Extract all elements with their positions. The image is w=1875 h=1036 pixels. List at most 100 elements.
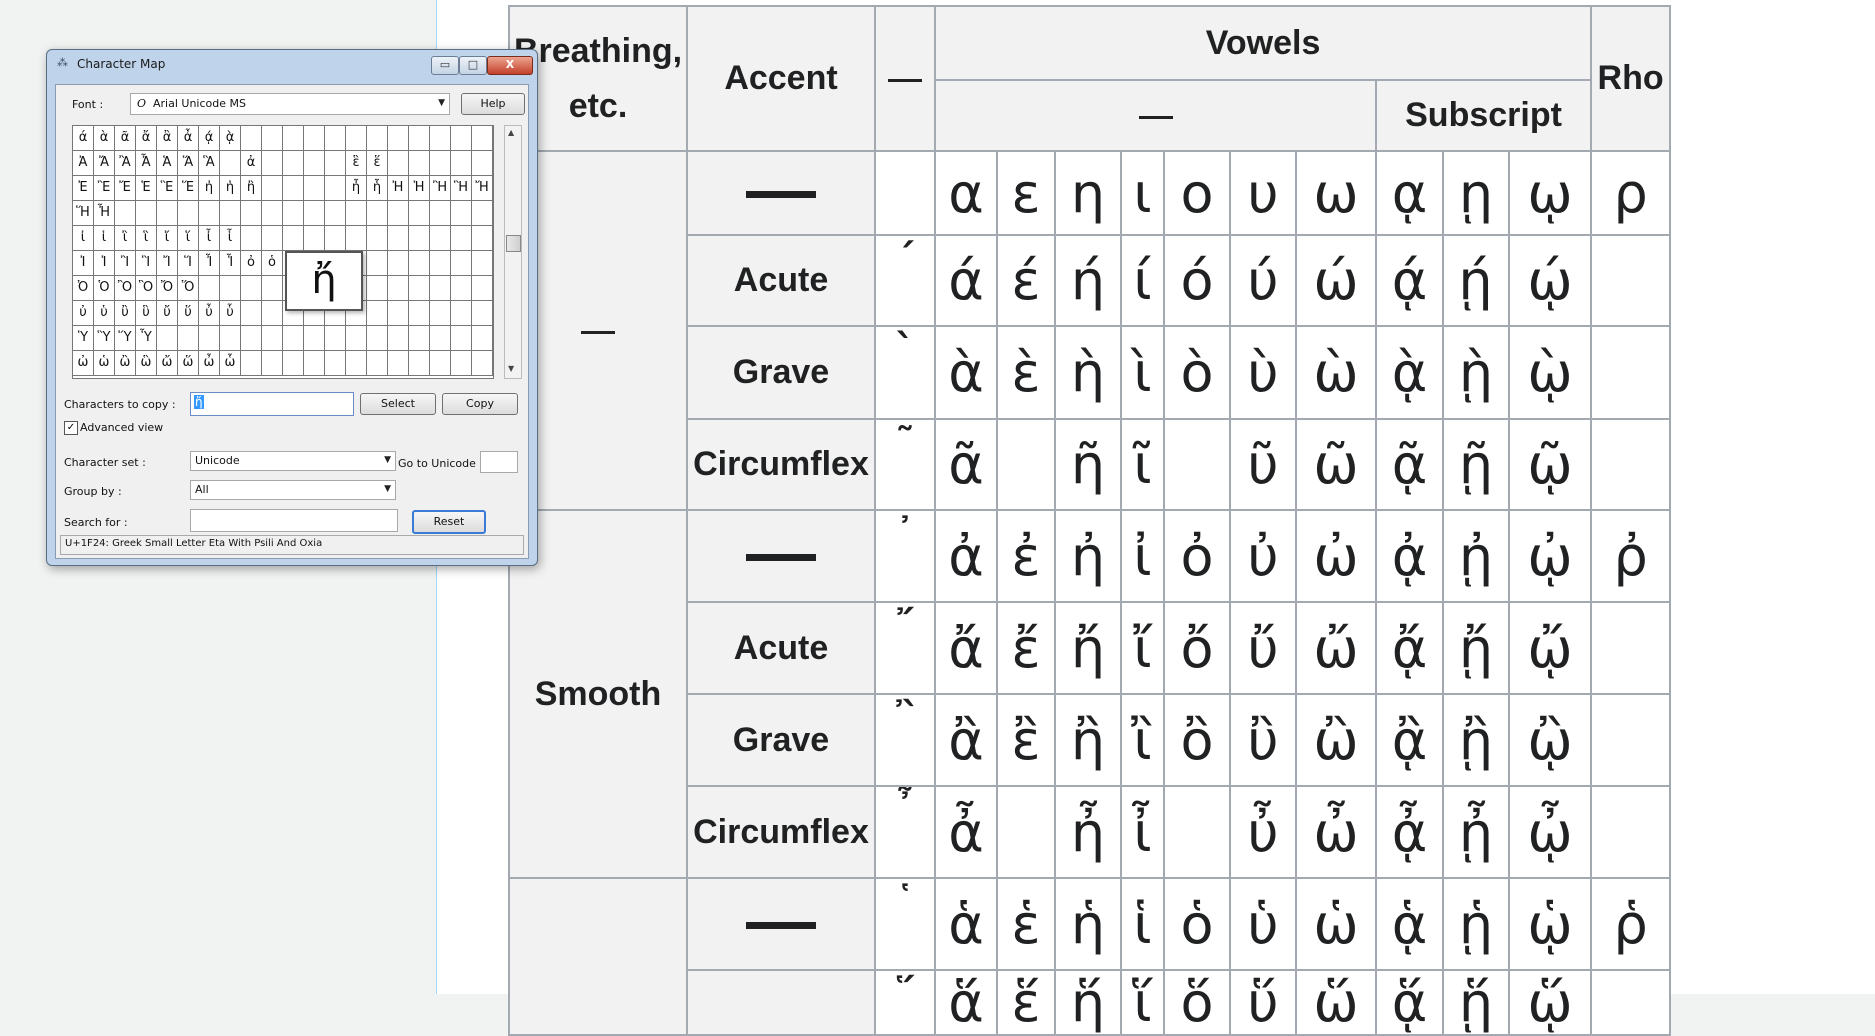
character-cell[interactable] xyxy=(241,276,262,301)
character-cell[interactable]: Ἶ xyxy=(199,251,220,276)
character-cell[interactable]: Ἦ xyxy=(94,201,115,226)
character-cell[interactable]: Ἅ xyxy=(178,151,199,176)
character-cell[interactable]: Ὃ xyxy=(136,276,157,301)
character-cell[interactable] xyxy=(262,176,283,201)
character-cell[interactable]: Ὕ xyxy=(115,326,136,351)
character-cell[interactable] xyxy=(304,126,325,151)
character-cell[interactable]: Ὗ xyxy=(136,326,157,351)
character-cell[interactable] xyxy=(430,126,451,151)
character-cell[interactable] xyxy=(472,126,493,151)
group-by-dropdown[interactable]: All ▼ xyxy=(190,480,396,500)
character-cell[interactable]: Ἔ xyxy=(115,176,136,201)
character-cell[interactable] xyxy=(472,226,493,251)
character-cell[interactable] xyxy=(262,151,283,176)
character-cell[interactable] xyxy=(430,151,451,176)
character-cell[interactable]: ὧ xyxy=(220,351,241,376)
character-cell[interactable] xyxy=(451,126,472,151)
character-cell[interactable] xyxy=(346,326,367,351)
maximize-button[interactable]: □ xyxy=(459,56,487,75)
character-cell[interactable] xyxy=(388,326,409,351)
character-cell[interactable] xyxy=(367,351,388,376)
character-cell[interactable] xyxy=(388,276,409,301)
character-cell[interactable]: Ἑ xyxy=(136,176,157,201)
character-cell[interactable] xyxy=(220,326,241,351)
character-cell[interactable] xyxy=(367,126,388,151)
character-cell[interactable] xyxy=(304,176,325,201)
character-cell[interactable]: ὒ xyxy=(115,301,136,326)
help-button[interactable]: Help xyxy=(461,93,525,115)
character-cell[interactable] xyxy=(367,226,388,251)
character-cell[interactable]: Ἲ xyxy=(115,251,136,276)
character-cell[interactable] xyxy=(409,276,430,301)
character-cell[interactable]: Ἄ xyxy=(94,151,115,176)
character-cell[interactable] xyxy=(241,301,262,326)
character-cell[interactable]: ὥ xyxy=(178,351,199,376)
character-cell[interactable] xyxy=(451,301,472,326)
character-cell[interactable]: ἢ xyxy=(241,176,262,201)
character-cell[interactable]: ἳ xyxy=(136,226,157,251)
select-button[interactable]: Select xyxy=(360,393,436,415)
character-cell[interactable] xyxy=(451,351,472,376)
character-cell[interactable] xyxy=(325,201,346,226)
character-cell[interactable] xyxy=(283,351,304,376)
character-cell[interactable] xyxy=(199,326,220,351)
character-cell[interactable] xyxy=(325,351,346,376)
character-cell[interactable] xyxy=(472,251,493,276)
character-cell[interactable] xyxy=(367,251,388,276)
character-cell[interactable]: ἲ xyxy=(115,226,136,251)
character-cell[interactable] xyxy=(430,226,451,251)
character-cell[interactable] xyxy=(472,351,493,376)
character-cell[interactable] xyxy=(346,126,367,151)
character-cell[interactable] xyxy=(451,151,472,176)
character-cell[interactable] xyxy=(430,201,451,226)
character-cell[interactable] xyxy=(220,201,241,226)
character-cell[interactable]: Ὑ xyxy=(73,326,94,351)
character-cell[interactable] xyxy=(472,151,493,176)
character-cell[interactable] xyxy=(283,151,304,176)
character-cell[interactable] xyxy=(241,326,262,351)
character-cell[interactable] xyxy=(157,201,178,226)
character-cell[interactable] xyxy=(115,201,136,226)
character-cell[interactable] xyxy=(430,326,451,351)
character-cell[interactable]: ᾲ xyxy=(220,126,241,151)
character-cell[interactable] xyxy=(199,201,220,226)
character-cell[interactable] xyxy=(472,201,493,226)
character-cell[interactable] xyxy=(388,226,409,251)
character-cell[interactable]: ἕ xyxy=(367,151,388,176)
character-cell[interactable]: ά xyxy=(73,126,94,151)
character-cell[interactable]: Ἢ xyxy=(430,176,451,201)
character-cell[interactable] xyxy=(262,226,283,251)
title-bar[interactable]: ⁂ Character Map ▭ □ X xyxy=(47,50,537,78)
character-cell[interactable] xyxy=(262,126,283,151)
character-cell[interactable] xyxy=(472,326,493,351)
character-cell[interactable] xyxy=(472,301,493,326)
character-cell[interactable] xyxy=(136,201,157,226)
character-cell[interactable]: ὖ xyxy=(199,301,220,326)
character-cell[interactable] xyxy=(241,126,262,151)
close-button[interactable]: X xyxy=(487,56,533,75)
character-cell[interactable]: ὤ xyxy=(157,351,178,376)
character-cell[interactable] xyxy=(430,351,451,376)
character-cell[interactable] xyxy=(451,251,472,276)
character-cell[interactable] xyxy=(283,226,304,251)
character-cell[interactable] xyxy=(325,126,346,151)
character-cell[interactable]: Ὀ xyxy=(73,276,94,301)
character-cell[interactable] xyxy=(283,176,304,201)
character-cell[interactable]: ὑ xyxy=(94,301,115,326)
character-cell[interactable]: ὣ xyxy=(136,351,157,376)
character-cell[interactable]: Ἂ xyxy=(115,151,136,176)
character-cell[interactable]: Ἀ xyxy=(73,151,94,176)
character-cell[interactable] xyxy=(241,226,262,251)
character-cell[interactable]: ἰ xyxy=(73,226,94,251)
character-cell[interactable]: Ἣ xyxy=(451,176,472,201)
character-cell[interactable]: Ὅ xyxy=(178,276,199,301)
character-cell[interactable] xyxy=(388,301,409,326)
character-cell[interactable]: ὀ xyxy=(241,251,262,276)
character-cell[interactable]: Ἱ xyxy=(94,251,115,276)
character-cell[interactable]: ᾶ xyxy=(115,126,136,151)
character-cell[interactable] xyxy=(283,126,304,151)
character-cell[interactable] xyxy=(262,201,283,226)
character-cell[interactable]: ἡ xyxy=(220,176,241,201)
character-cell[interactable] xyxy=(283,201,304,226)
character-cell[interactable] xyxy=(262,276,283,301)
